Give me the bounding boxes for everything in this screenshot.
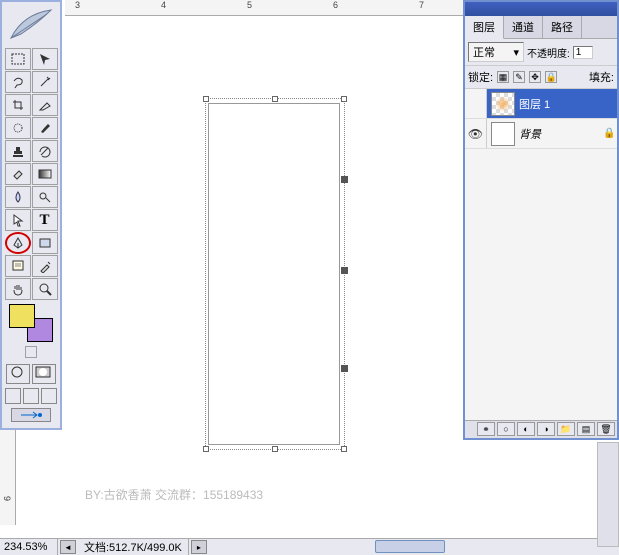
tool-grid: T xyxy=(5,48,58,300)
handle-tl[interactable] xyxy=(203,96,209,102)
opacity-label: 不透明度: xyxy=(527,45,570,60)
transform-bounds[interactable] xyxy=(205,98,345,450)
blend-mode-select[interactable]: 正常▾ xyxy=(468,42,524,62)
lock-icon: 🔒 xyxy=(603,128,617,139)
move-tool[interactable] xyxy=(32,48,58,70)
new-layer-button[interactable]: ▤ xyxy=(577,422,595,436)
zoom-level[interactable]: 234.53% xyxy=(0,539,58,555)
history-brush-tool[interactable] xyxy=(32,140,58,162)
chevron-down-icon: ▾ xyxy=(513,46,519,59)
hand-tool[interactable] xyxy=(5,278,31,300)
lock-row: 锁定: ▦ ✎ ✥ 🔒 填充: xyxy=(465,66,617,89)
panel-footer: ⚭ ○ ◐ ◑ 📁 ▤ 🗑 xyxy=(465,420,617,438)
layer-row[interactable]: 图层 1 xyxy=(465,89,617,119)
anchor-3[interactable] xyxy=(341,365,348,372)
adj-layer-button[interactable]: ◑ xyxy=(537,422,555,436)
eraser-tool[interactable] xyxy=(5,163,31,185)
screen-mode-row xyxy=(5,388,57,404)
panel-tabs: 图层 通道 路径 xyxy=(465,16,617,39)
lock-move-icon[interactable]: ✥ xyxy=(529,71,541,83)
layers-list: 图层 1 👁 背景 🔒 xyxy=(465,89,617,420)
screen-mode-3[interactable] xyxy=(41,388,57,404)
scroll-thumb[interactable] xyxy=(375,540,445,553)
layer-fx-button[interactable]: ○ xyxy=(497,422,515,436)
doc-menu[interactable]: ▸ xyxy=(191,540,207,554)
marquee-tool[interactable] xyxy=(5,48,31,70)
layer-row[interactable]: 👁 背景 🔒 xyxy=(465,119,617,149)
tab-layers[interactable]: 图层 xyxy=(465,16,504,39)
gradient-tool[interactable] xyxy=(32,163,58,185)
screen-mode-2[interactable] xyxy=(23,388,39,404)
slice-tool[interactable] xyxy=(32,94,58,116)
dodge-tool[interactable] xyxy=(32,186,58,208)
foreground-color[interactable] xyxy=(9,304,35,328)
color-swatches[interactable] xyxy=(5,304,57,342)
quickmask-mode-button[interactable] xyxy=(32,364,56,384)
anchor-2[interactable] xyxy=(341,267,348,274)
app-logo xyxy=(3,4,59,46)
crop-tool[interactable] xyxy=(5,94,31,116)
handle-br[interactable] xyxy=(341,446,347,452)
ruler-vertical: 9 xyxy=(0,430,16,525)
anchor-1[interactable] xyxy=(341,176,348,183)
lasso-tool[interactable] xyxy=(5,71,31,93)
tab-paths[interactable]: 路径 xyxy=(543,16,582,38)
lock-paint-icon[interactable]: ✎ xyxy=(513,71,525,83)
visibility-toggle[interactable] xyxy=(465,89,487,118)
handle-bl[interactable] xyxy=(203,446,209,452)
layer-thumb[interactable] xyxy=(491,122,515,146)
pen-tool[interactable] xyxy=(5,232,31,254)
stamp-tool[interactable] xyxy=(5,140,31,162)
default-colors-icon[interactable] xyxy=(25,346,37,358)
wand-tool[interactable] xyxy=(32,71,58,93)
fill-label: 填充: xyxy=(589,69,614,85)
text-tool[interactable]: T xyxy=(32,209,58,231)
brush-tool[interactable] xyxy=(32,117,58,139)
layer-name[interactable]: 背景 xyxy=(519,126,603,142)
delete-layer-button[interactable]: 🗑 xyxy=(597,422,615,436)
blend-row: 正常▾ 不透明度: 1 xyxy=(465,39,617,66)
jump-button[interactable] xyxy=(11,408,51,422)
expand-left[interactable]: ◄ xyxy=(60,540,76,554)
path-select-tool[interactable] xyxy=(5,209,31,231)
layers-panel: 图层 通道 路径 正常▾ 不透明度: 1 锁定: ▦ ✎ ✥ 🔒 填充: 图层 … xyxy=(463,0,619,440)
watermark-text: BY:古欲香萧 交流群：155189433 xyxy=(85,486,263,503)
blur-tool[interactable] xyxy=(5,186,31,208)
shape-tool[interactable] xyxy=(32,232,58,254)
doc-info: 文档:512.7K/499.0K xyxy=(78,539,189,555)
dock-strip xyxy=(597,442,619,547)
opacity-value[interactable]: 1 xyxy=(573,46,593,59)
lock-label: 锁定: xyxy=(468,69,493,85)
new-group-button[interactable]: 📁 xyxy=(557,422,575,436)
lock-all-icon[interactable]: 🔒 xyxy=(545,71,557,83)
standard-mode-button[interactable] xyxy=(6,364,30,384)
heal-tool[interactable] xyxy=(5,117,31,139)
visibility-toggle[interactable]: 👁 xyxy=(465,119,487,148)
handle-bm[interactable] xyxy=(272,446,278,452)
shape-path[interactable] xyxy=(208,103,340,445)
eyedropper-tool[interactable] xyxy=(32,255,58,277)
tab-channels[interactable]: 通道 xyxy=(504,16,543,38)
layer-thumb[interactable] xyxy=(491,92,515,116)
handle-tr[interactable] xyxy=(341,96,347,102)
zoom-tool[interactable] xyxy=(32,278,58,300)
status-bar: 234.53% ◄ 文档:512.7K/499.0K ▸ xyxy=(0,538,619,555)
notes-tool[interactable] xyxy=(5,255,31,277)
panel-titlebar[interactable] xyxy=(465,2,617,16)
screen-mode-1[interactable] xyxy=(5,388,21,404)
layer-mask-button[interactable]: ◐ xyxy=(517,422,535,436)
handle-tm[interactable] xyxy=(272,96,278,102)
lock-trans-icon[interactable]: ▦ xyxy=(497,71,509,83)
toolbox: T xyxy=(0,0,62,430)
layer-name[interactable]: 图层 1 xyxy=(519,96,617,112)
link-layers-button[interactable]: ⚭ xyxy=(477,422,495,436)
quickmask-row xyxy=(6,364,56,384)
